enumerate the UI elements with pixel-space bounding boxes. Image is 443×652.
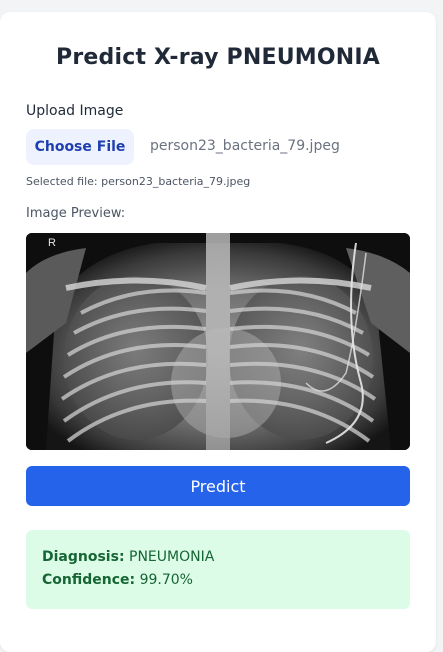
image-preview-label: Image Preview:: [26, 206, 126, 221]
result-panel: Diagnosis: PNEUMONIA Confidence: 99.70%: [26, 530, 410, 609]
xray-side-marker: R: [48, 237, 56, 249]
diagnosis-row: Diagnosis: PNEUMONIA: [42, 549, 214, 565]
page-title: Predict X-ray PNEUMONIA: [56, 45, 380, 70]
predict-card: Predict X-ray PNEUMONIA Upload Image Cho…: [0, 12, 436, 652]
file-name-text: person23_bacteria_79.jpeg: [150, 138, 340, 154]
confidence-row: Confidence: 99.70%: [42, 572, 193, 588]
diagnosis-label: Diagnosis:: [42, 549, 125, 565]
confidence-value: 99.70%: [139, 572, 193, 588]
upload-label: Upload Image: [26, 103, 124, 119]
confidence-label: Confidence:: [42, 572, 136, 588]
choose-file-button[interactable]: Choose File: [26, 129, 134, 165]
selected-file-text: Selected file: person23_bacteria_79.jpeg: [26, 175, 251, 188]
predict-button[interactable]: Predict: [26, 466, 410, 506]
diagnosis-value: PNEUMONIA: [129, 549, 215, 565]
xray-preview-image: R: [26, 233, 410, 450]
